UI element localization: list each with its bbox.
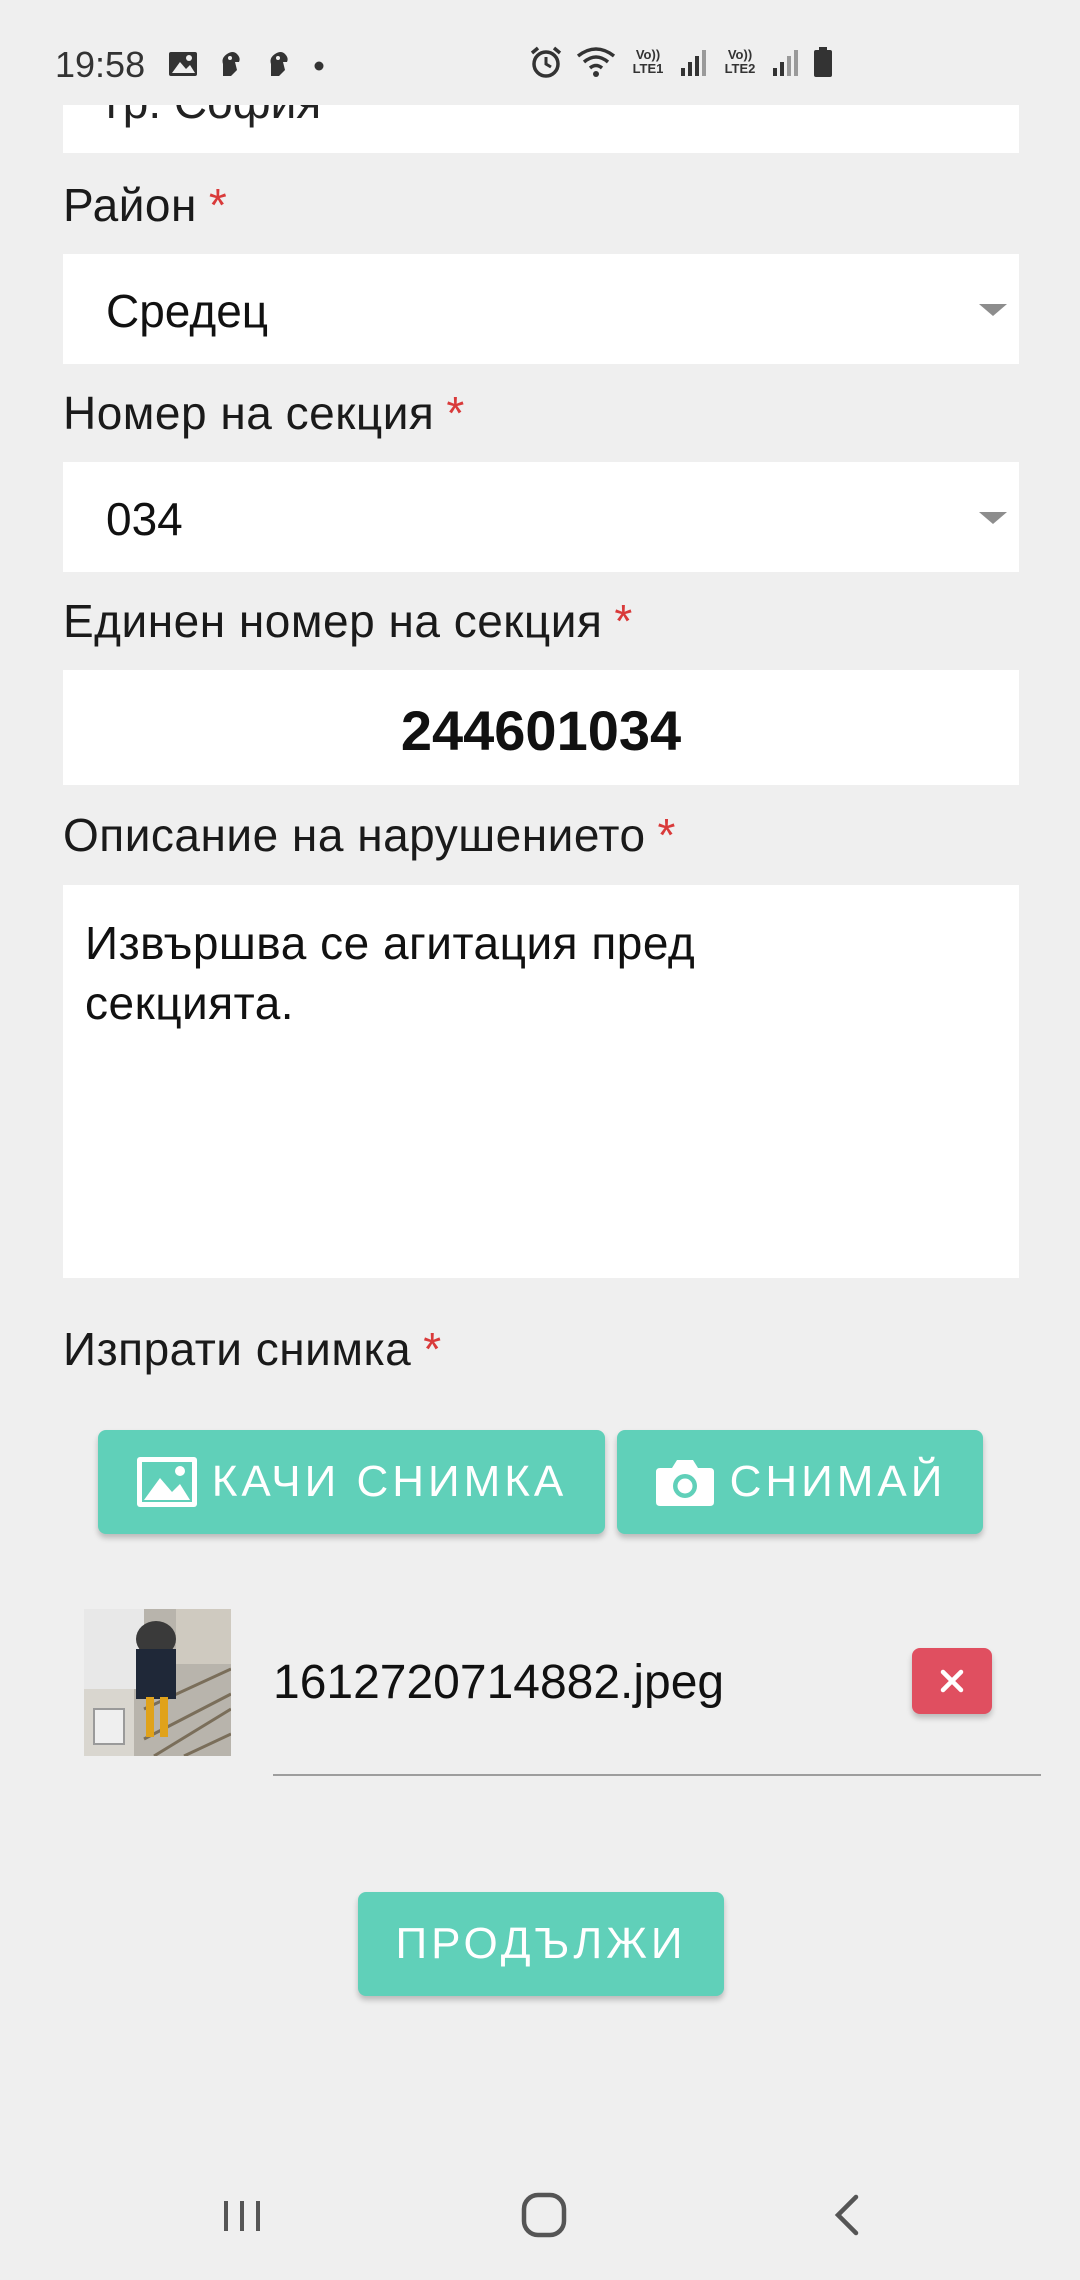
chevron-down-icon: [979, 304, 1007, 316]
take-photo-button-label: СНИМАЙ: [729, 1457, 947, 1506]
premier-league-icon: [215, 48, 247, 80]
status-notification-icons: [167, 48, 327, 80]
city-select-value: гр. София: [106, 105, 321, 129]
unique-section-number-label: Единен номер на секция *: [63, 594, 633, 648]
battery-icon: [812, 46, 834, 78]
status-system-icons: Vo)) LTE1 Vo)) LTE2: [528, 44, 834, 80]
back-icon[interactable]: [818, 2185, 878, 2245]
unique-section-number-label-text: Единен номер на секция: [63, 595, 603, 647]
section-number-label: Номер на секция *: [63, 386, 465, 440]
required-mark: *: [208, 179, 228, 231]
section-number-select-value: 034: [106, 493, 183, 545]
alarm-icon: [528, 44, 564, 80]
volte-lte1-icon: Vo)) LTE1: [632, 47, 664, 76]
take-photo-button[interactable]: СНИМАЙ: [617, 1430, 983, 1534]
recent-apps-icon[interactable]: [212, 2185, 272, 2245]
dot-icon: [311, 48, 327, 80]
district-select[interactable]: Средец: [63, 254, 1019, 364]
continue-button[interactable]: ПРОДЪЛЖИ: [358, 1892, 724, 1996]
chevron-down-icon: [979, 512, 1007, 524]
image-notification-icon: [167, 48, 199, 80]
required-mark: *: [657, 809, 676, 861]
send-photo-label-text: Изпрати снимка: [63, 1323, 412, 1375]
district-label: Район *: [63, 178, 227, 232]
premier-league-icon: [263, 48, 295, 80]
unique-section-number-value: 244601034: [400, 699, 682, 762]
volte-lte2-icon: Vo)) LTE2: [724, 47, 756, 76]
required-mark: *: [614, 595, 633, 647]
signal-icon: [772, 46, 800, 78]
home-icon[interactable]: [515, 2185, 575, 2245]
upload-photo-button-label: КАЧИ СНИМКА: [211, 1457, 568, 1506]
image-icon: [136, 1456, 198, 1508]
status-time: 19:58: [55, 44, 146, 85]
required-mark: *: [446, 387, 465, 439]
required-mark: *: [423, 1323, 442, 1375]
district-select-value: Средец: [106, 285, 269, 337]
camera-icon: [654, 1456, 716, 1508]
city-select[interactable]: гр. София: [63, 105, 1019, 153]
signal-icon: [680, 46, 708, 78]
district-label-text: Район: [63, 179, 197, 231]
attachment-thumbnail: [84, 1609, 231, 1756]
attachment-file-name: 1612720714882.jpeg: [273, 1656, 725, 1709]
status-bar: 19:58 Vo)) LTE1 Vo)) LTE2: [0, 0, 1080, 105]
violation-description-text: Извършва се агитация пред секцията.: [85, 917, 696, 1029]
attachment-divider: [273, 1774, 1041, 1776]
continue-button-label: ПРОДЪЛЖИ: [395, 1919, 687, 1968]
remove-attachment-button[interactable]: [912, 1648, 992, 1714]
send-photo-label: Изпрати снимка *: [63, 1322, 442, 1376]
section-number-select[interactable]: 034: [63, 462, 1019, 572]
unique-section-number-field[interactable]: 244601034: [63, 670, 1019, 785]
violation-description-label: Описание на нарушението *: [63, 808, 676, 862]
violation-description-textarea[interactable]: Извършва се агитация пред секцията.: [63, 885, 1019, 1278]
section-number-label-text: Номер на секция: [63, 387, 435, 439]
wifi-icon: [576, 44, 616, 80]
system-nav-bar: [0, 2155, 1080, 2280]
violation-description-label-text: Описание на нарушението: [63, 809, 646, 861]
upload-photo-button[interactable]: КАЧИ СНИМКА: [98, 1430, 605, 1534]
close-icon: [939, 1668, 965, 1694]
